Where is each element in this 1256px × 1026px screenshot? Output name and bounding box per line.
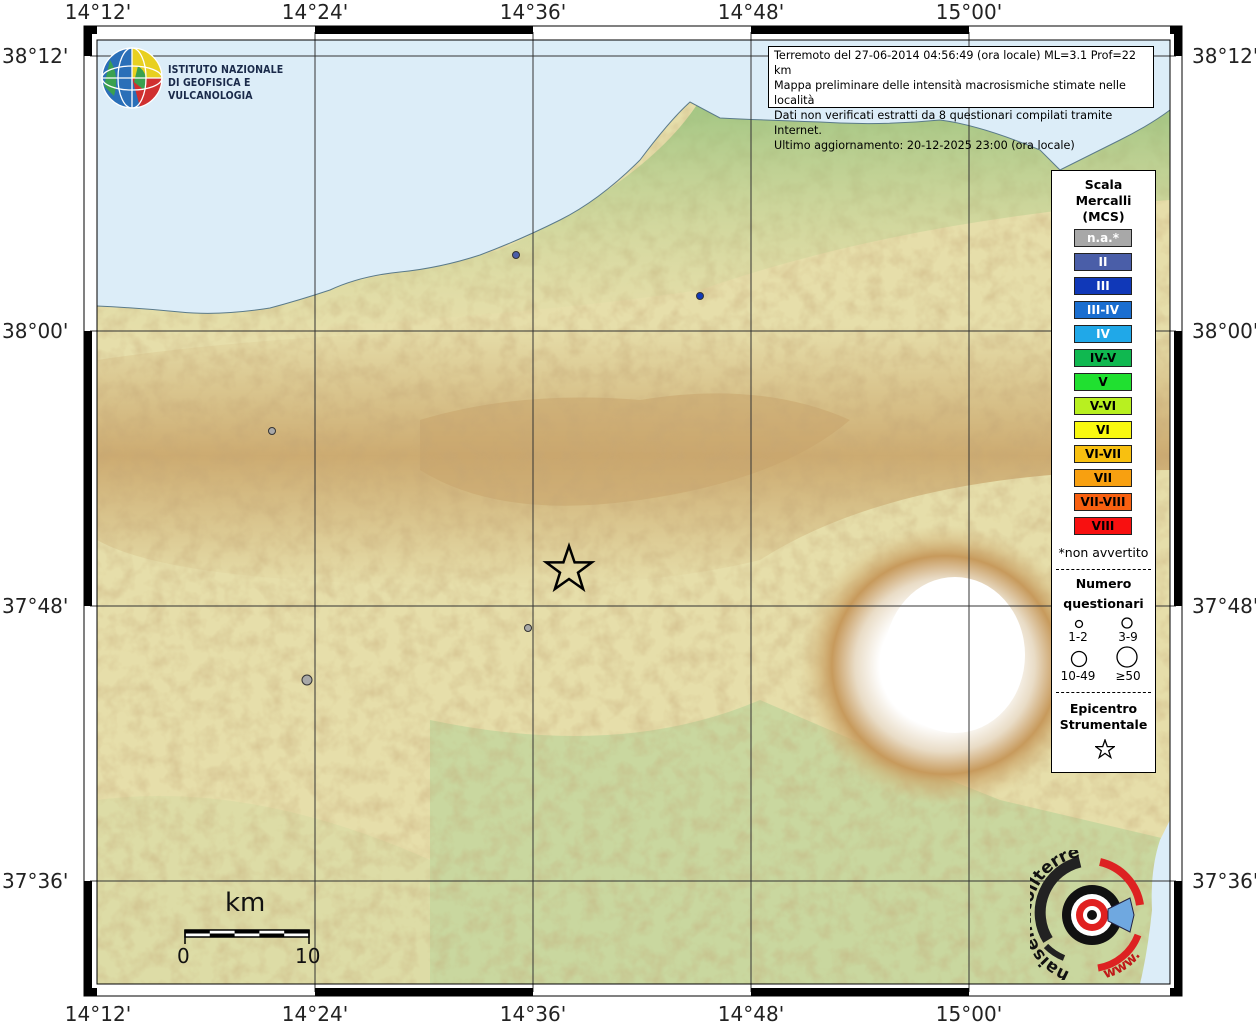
haisentito-ring-text: haisentitoilterremoto.it www. bbox=[1030, 850, 1144, 980]
legend-title-line: Scala bbox=[1084, 177, 1123, 192]
lat-label-right-4: 37°36' bbox=[1192, 869, 1256, 893]
info-line: Dati non verificati estratti da 8 questi… bbox=[774, 109, 1113, 137]
count-label-10-49: 10-49 bbox=[1060, 669, 1096, 683]
lon-label-bottom-3: 14°36' bbox=[499, 1002, 567, 1026]
scale-item: IV-V bbox=[1074, 349, 1132, 367]
scale-bar-unit: km bbox=[225, 888, 266, 918]
obs-point bbox=[696, 292, 704, 300]
lat-label-right-1: 38°12' bbox=[1192, 44, 1256, 68]
lon-label-bottom-1: 14°12' bbox=[64, 1002, 132, 1026]
scale-item: III bbox=[1074, 277, 1132, 295]
lat-label-right-3: 37°48' bbox=[1192, 594, 1256, 618]
info-line: Terremoto del 27-06-2014 04:56:49 (ora l… bbox=[774, 49, 1137, 77]
scale-item: n.a.* bbox=[1074, 229, 1132, 247]
lon-label-bottom-5: 15°00' bbox=[935, 1002, 1003, 1026]
lat-label-right-2: 38°00' bbox=[1192, 319, 1256, 343]
scale-item: II bbox=[1074, 253, 1132, 271]
scale-item: VI-VII bbox=[1074, 445, 1132, 463]
obs-point bbox=[512, 251, 520, 259]
scale-item: VII-VIII bbox=[1074, 493, 1132, 511]
scale-item: V bbox=[1074, 373, 1132, 391]
globe-icon bbox=[101, 47, 163, 109]
legend-title-line: Mercalli bbox=[1075, 193, 1132, 208]
obs-point bbox=[268, 427, 276, 435]
ingv-line-1: ISTITUTO NAZIONALE bbox=[168, 64, 284, 76]
legend-divider bbox=[1056, 569, 1151, 570]
lat-label-left-3: 37°48' bbox=[2, 594, 69, 618]
not-felt-note: *non avvertito bbox=[1058, 545, 1149, 560]
scale-item: VII bbox=[1074, 469, 1132, 487]
ingv-line-2: DI GEOFISICA E VULCANOLOGIA bbox=[168, 77, 253, 102]
count-label-1-2: 1-2 bbox=[1068, 630, 1088, 644]
epicenter-title: Epicentro Strumentale bbox=[1052, 701, 1155, 733]
lon-label-bottom-4: 14°48' bbox=[717, 1002, 785, 1026]
count-title-line: Numero bbox=[1075, 576, 1132, 591]
svg-text:haisentitoilterremoto.it: haisentitoilterremoto.it bbox=[1030, 850, 1082, 980]
obs-point bbox=[301, 674, 313, 686]
ring-text: haisentitoilterremoto.it bbox=[1030, 850, 1082, 980]
epicenter-title-line: Strumentale bbox=[1059, 717, 1148, 732]
scale-item: VI bbox=[1074, 421, 1132, 439]
info-line: Mappa preliminare delle intensità macros… bbox=[774, 79, 1126, 107]
svg-text:www.: www. bbox=[1101, 948, 1143, 980]
scale-bar-max: 10 bbox=[295, 944, 321, 968]
scale-bar-min: 0 bbox=[177, 944, 190, 968]
scale-item: V-VI bbox=[1074, 397, 1132, 415]
lon-label-top-1: 14°12' bbox=[64, 0, 132, 24]
legend-panel: Scala Mercalli (MCS) n.a.* II III III-IV IV I… bbox=[1051, 170, 1156, 773]
lat-label-left-4: 37°36' bbox=[2, 869, 69, 893]
scale-item: III-IV bbox=[1074, 301, 1132, 319]
lon-label-top-3: 14°36' bbox=[499, 0, 567, 24]
info-line: Ultimo aggiornamento: 20-12-2025 23:00 (… bbox=[774, 139, 1075, 152]
lon-label-top-5: 15°00' bbox=[935, 0, 1003, 24]
epicenter-title-line: Epicentro bbox=[1069, 701, 1138, 716]
legend-divider bbox=[1056, 692, 1151, 693]
lat-label-left-2: 38°00' bbox=[2, 319, 69, 343]
count-label-50: ≥50 bbox=[1115, 669, 1141, 683]
legend-title: Scala Mercalli (MCS) bbox=[1052, 177, 1155, 225]
lat-label-left-1: 38°12' bbox=[2, 44, 69, 68]
count-label-3-9: 3-9 bbox=[1118, 630, 1138, 644]
legend-title-line: (MCS) bbox=[1082, 209, 1125, 224]
ingv-logo: ISTITUTO NAZIONALE DI GEOFISICA E VULCAN… bbox=[98, 46, 318, 112]
obs-point bbox=[524, 624, 532, 632]
scale-item: IV bbox=[1074, 325, 1132, 343]
event-info-box: Terremoto del 27-06-2014 04:56:49 (ora l… bbox=[768, 46, 1154, 152]
lon-label-bottom-2: 14°24' bbox=[281, 1002, 349, 1026]
ring-url-text: www. bbox=[1101, 948, 1143, 980]
scale-item: VIII bbox=[1074, 517, 1132, 535]
epicenter-star-icon bbox=[1095, 739, 1115, 759]
lon-label-top-2: 14°24' bbox=[281, 0, 349, 24]
count-title: Numero questionari bbox=[1052, 574, 1155, 614]
lon-label-top-4: 14°48' bbox=[717, 0, 785, 24]
